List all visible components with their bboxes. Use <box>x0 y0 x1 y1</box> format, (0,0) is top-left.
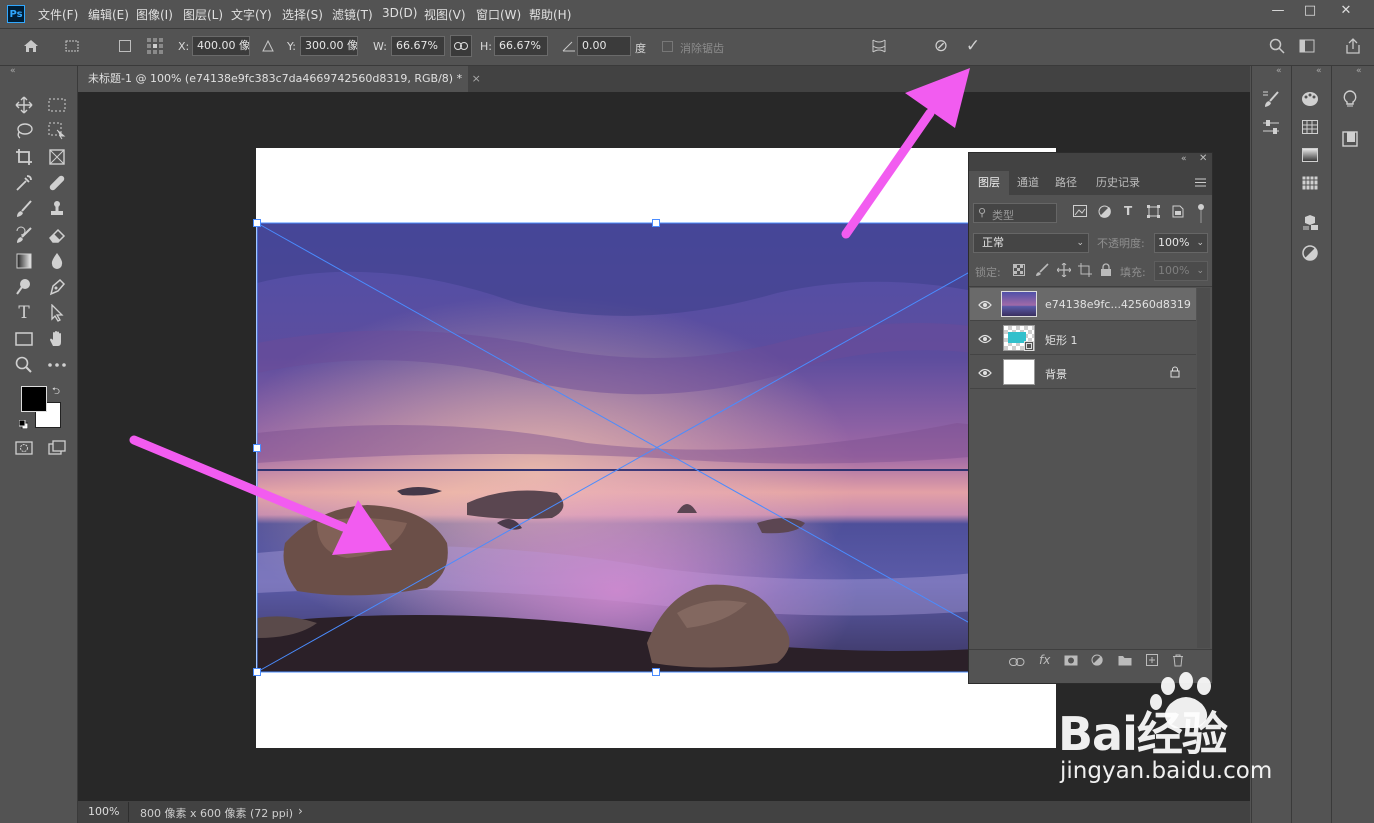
watermark-url: jingyan.baidu.com <box>1060 758 1273 784</box>
baidu-watermark: Bai经验 jingyan.baidu.com <box>1058 672 1308 784</box>
watermark-text: Bai经验 <box>1058 707 1228 761</box>
arrow-to-image <box>129 435 392 555</box>
arrow-to-commit <box>841 68 970 239</box>
